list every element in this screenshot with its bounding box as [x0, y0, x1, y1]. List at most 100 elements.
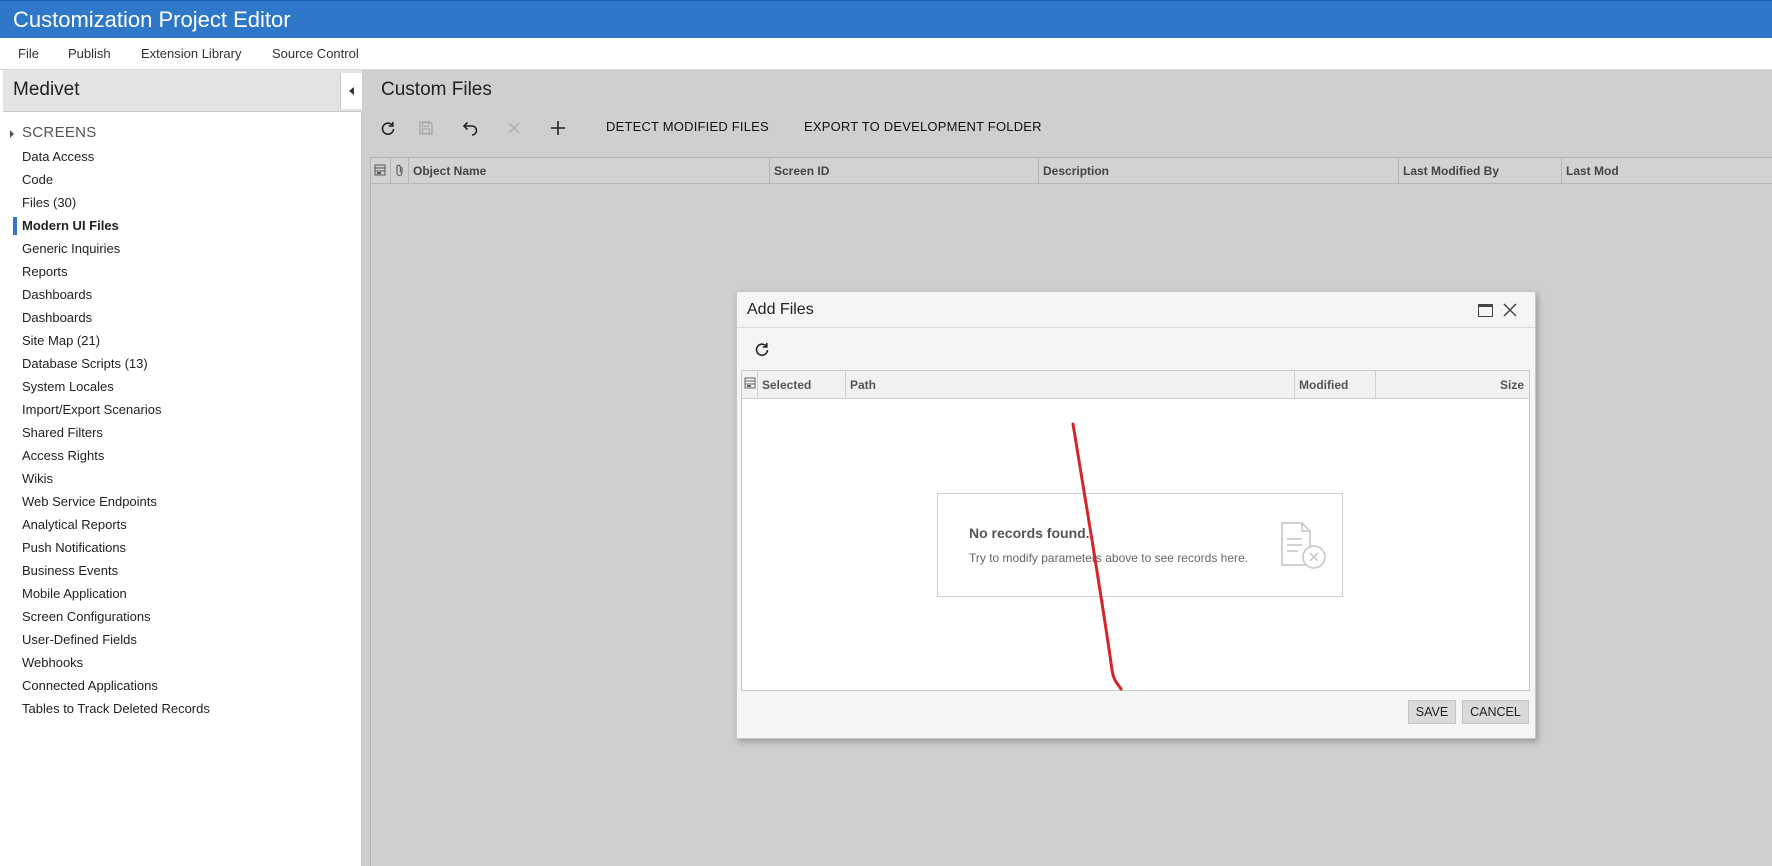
export-to-development-folder-button[interactable]: EXPORT TO DEVELOPMENT FOLDER — [804, 119, 1042, 134]
grid-settings-icon — [744, 377, 756, 389]
sidebar-item-modern-ui-files[interactable]: Modern UI Files — [3, 216, 362, 236]
column-last-modified-by[interactable]: Last Modified By — [1399, 158, 1562, 183]
sidebar-item-shared-filters[interactable]: Shared Filters — [3, 423, 362, 443]
sidebar-item-web-service-endpoints[interactable]: Web Service Endpoints — [3, 492, 362, 512]
column-path[interactable]: Path — [846, 371, 1295, 398]
refresh-button[interactable] — [376, 116, 400, 140]
save-button[interactable]: SAVE — [1408, 700, 1456, 724]
sidebar-item-system-locales[interactable]: System Locales — [3, 377, 362, 397]
column-modified[interactable]: Modified — [1295, 371, 1376, 398]
column-label: Last Mod — [1566, 164, 1619, 178]
sidebar-item-tables-to-track-deleted-records[interactable]: Tables to Track Deleted Records — [3, 699, 362, 719]
empty-state: No records found. Try to modify paramete… — [937, 493, 1343, 597]
sidebar-item-access-rights[interactable]: Access Rights — [3, 446, 362, 466]
column-screen-id[interactable]: Screen ID — [770, 158, 1039, 183]
column-label: Screen ID — [774, 164, 830, 178]
page-title: Custom Files — [381, 79, 492, 100]
sidebar-item-wikis[interactable]: Wikis — [3, 469, 362, 489]
expand-arrow-icon[interactable] — [10, 130, 14, 138]
menu-extension-library[interactable]: Extension Library — [141, 46, 241, 61]
sidebar-item-label: Analytical Reports — [22, 517, 127, 532]
column-description[interactable]: Description — [1039, 158, 1399, 183]
sidebar-item-label: User-Defined Fields — [22, 632, 137, 647]
sidebar-item-label: Data Access — [22, 149, 95, 164]
sidebar-item-screens[interactable]: SCREENS — [3, 124, 362, 144]
sidebar-item-data-access[interactable]: Data Access — [3, 147, 362, 167]
close-icon — [508, 122, 520, 134]
column-label: Modified — [1299, 378, 1349, 392]
sidebar-item-user-defined-fields[interactable]: User-Defined Fields — [3, 630, 362, 650]
sidebar-item-label: Dashboards — [22, 310, 93, 325]
collapse-sidebar-button[interactable] — [340, 73, 362, 109]
column-size[interactable]: Size — [1376, 371, 1529, 398]
undo-button[interactable] — [458, 116, 482, 140]
detect-modified-files-button[interactable]: DETECT MODIFIED FILES — [606, 119, 769, 134]
menu-source-control[interactable]: Source Control — [272, 46, 359, 61]
empty-state-title: No records found. — [969, 525, 1090, 541]
sidebar-item-label: Files (30) — [22, 195, 77, 210]
sidebar-item-label: Dashboards — [22, 287, 93, 302]
sidebar-item-label: Site Map (21) — [22, 333, 101, 348]
sidebar-item-label: Mobile Application — [22, 586, 127, 601]
sidebar-item-label: Business Events — [22, 563, 119, 578]
sidebar-item-files-30[interactable]: Files (30) — [3, 193, 362, 213]
column-label: Description — [1043, 164, 1110, 178]
empty-state-message: Try to modify parameters above to see re… — [969, 551, 1249, 565]
sidebar-item-label: Import/Export Scenarios — [22, 402, 162, 417]
sidebar-item-label: Access Rights — [22, 448, 105, 463]
column-last-modified[interactable]: Last Mod — [1562, 158, 1772, 183]
project-name: Medivet — [13, 79, 80, 100]
sidebar-item-webhooks[interactable]: Webhooks — [3, 653, 362, 673]
sidebar-item-label: Webhooks — [22, 655, 84, 670]
menu-file[interactable]: File — [18, 46, 39, 61]
sidebar-item-label: Reports — [22, 264, 68, 279]
sidebar-item-analytical-reports[interactable]: Analytical Reports — [3, 515, 362, 535]
sidebar-item-push-notifications[interactable]: Push Notifications — [3, 538, 362, 558]
plus-icon — [551, 121, 565, 135]
add-files-grid-header: Selected Path Modified Size — [742, 371, 1529, 399]
sidebar-item-import-export-scenarios[interactable]: Import/Export Scenarios — [3, 400, 362, 420]
app-title: Customization Project Editor — [13, 7, 291, 32]
custom-files-grid-header: Object Name Screen ID Description Last M… — [370, 157, 1772, 184]
column-label: Path — [850, 378, 877, 392]
save-button[interactable] — [414, 116, 438, 140]
sidebar-item-reports[interactable]: Reports — [3, 262, 362, 282]
chevron-left-icon — [349, 87, 354, 95]
sidebar-item-site-map-21[interactable]: Site Map (21) — [3, 331, 362, 351]
dialog-title: Add Files — [747, 301, 814, 318]
sidebar-item-label: Tables to Track Deleted Records — [22, 701, 210, 716]
sidebar-item-generic-inquiries[interactable]: Generic Inquiries — [3, 239, 362, 259]
active-indicator — [13, 217, 17, 235]
attachment-column[interactable] — [391, 158, 409, 183]
delete-button[interactable] — [502, 116, 526, 140]
sidebar-item-label: Shared Filters — [22, 425, 103, 440]
column-label: Object Name — [413, 164, 487, 178]
sidebar-item-screen-configurations[interactable]: Screen Configurations — [3, 607, 362, 627]
column-selected[interactable]: Selected — [758, 371, 846, 398]
sidebar-item-label: Generic Inquiries — [22, 241, 121, 256]
menu-publish[interactable]: Publish — [68, 46, 111, 61]
sidebar-item-dashboards[interactable]: Dashboards — [3, 285, 362, 305]
save-icon — [419, 121, 433, 135]
cancel-button[interactable]: CANCEL — [1462, 700, 1529, 724]
sidebar-item-dashboards[interactable]: Dashboards — [3, 308, 362, 328]
dialog-refresh-button[interactable] — [752, 339, 772, 359]
sidebar-item-mobile-application[interactable]: Mobile Application — [3, 584, 362, 604]
close-dialog-button[interactable] — [1500, 300, 1520, 320]
add-files-dialog: Add Files Selected Path Modified Size No… — [736, 291, 1536, 739]
sidebar-item-label: Modern UI Files — [22, 218, 119, 233]
column-label: Last Modified By — [1403, 164, 1500, 178]
add-button[interactable] — [546, 116, 570, 140]
maximize-icon[interactable] — [1478, 304, 1493, 317]
sidebar-item-business-events[interactable]: Business Events — [3, 561, 362, 581]
grid-settings-icon — [374, 164, 386, 176]
sidebar-item-code[interactable]: Code — [3, 170, 362, 190]
undo-icon — [462, 121, 478, 136]
sidebar-item-connected-applications[interactable]: Connected Applications — [3, 676, 362, 696]
sidebar-item-label: Wikis — [22, 471, 54, 486]
column-object-name[interactable]: Object Name — [409, 158, 770, 183]
row-selector-column[interactable] — [371, 158, 391, 183]
sidebar-item-database-scripts-13[interactable]: Database Scripts (13) — [3, 354, 362, 374]
row-selector-column[interactable] — [742, 371, 758, 398]
close-icon — [1503, 303, 1517, 317]
